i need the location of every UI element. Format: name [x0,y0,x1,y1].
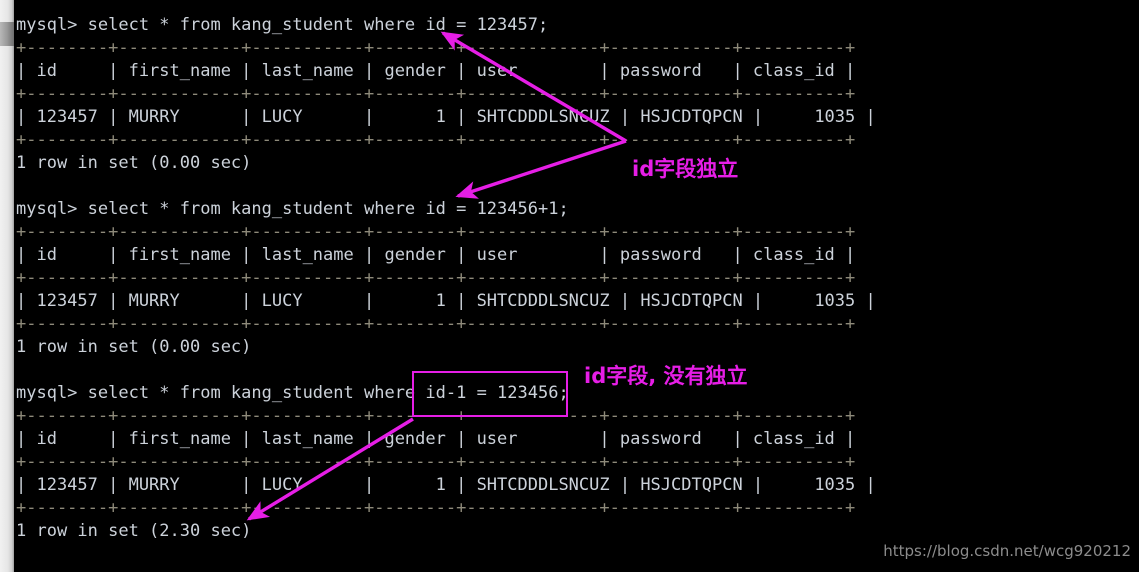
annotation-id-independent: id字段独立 [632,157,739,181]
terminal-line-rule: +--------+------------+-----------+-----… [16,452,856,472]
terminal-line-row: | 123457 | MURRY | LUCY | 1 | SHTCDDDLSN… [16,475,876,495]
terminal-line-prompt: mysql> select * from kang_student where … [16,199,569,219]
expression-highlight-box [412,371,568,417]
terminal-line-status: 1 row in set (0.00 sec) [16,153,252,173]
terminal-line-prompt: mysql> select * from kang_student where … [16,15,549,35]
annotation-id-not-independent: id字段, 没有独立 [584,364,748,388]
terminal-line-status: 1 row in set (2.30 sec) [16,521,252,541]
terminal-line-header: | id | first_name | last_name | gender |… [16,429,856,449]
scrollbar-thumb[interactable] [0,22,14,46]
terminal-line-rule: +--------+------------+-----------+-----… [16,498,856,518]
terminal-line-rule: +--------+------------+-----------+-----… [16,314,856,334]
terminal-line-header: | id | first_name | last_name | gender |… [16,245,856,265]
terminal-line-header: | id | first_name | last_name | gender |… [16,61,856,81]
terminal-line-rule: +--------+------------+-----------+-----… [16,130,856,150]
terminal-line-row: | 123457 | MURRY | LUCY | 1 | SHTCDDDLSN… [16,107,876,127]
mysql-console-output: mysql> select * from kang_student where … [14,0,1139,572]
terminal-line-rule: +--------+------------+-----------+-----… [16,222,856,242]
terminal-line-status: 1 row in set (0.00 sec) [16,337,252,357]
watermark: https://blog.csdn.net/wcg920212 [883,542,1131,560]
terminal-line-row: | 123457 | MURRY | LUCY | 1 | SHTCDDDLSN… [16,291,876,311]
vertical-scrollbar[interactable] [0,0,14,572]
terminal-line-rule: +--------+------------+-----------+-----… [16,268,856,288]
terminal-line-rule: +--------+------------+-----------+-----… [16,38,856,58]
terminal-line-rule: +--------+------------+-----------+-----… [16,84,856,104]
terminal-screenshot: mysql> select * from kang_student where … [0,0,1139,572]
